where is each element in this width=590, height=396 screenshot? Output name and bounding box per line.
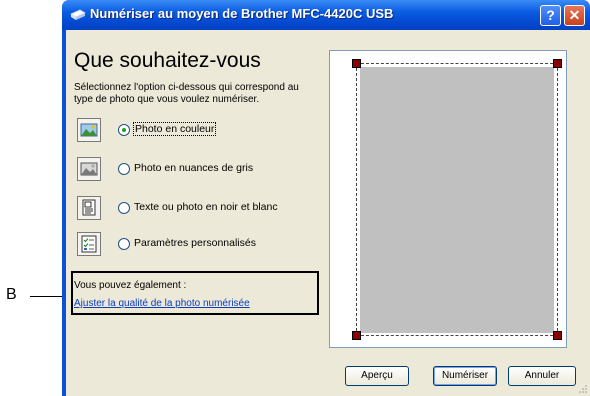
help-button[interactable]: ? — [540, 5, 561, 26]
option-label-text-bw[interactable]: Texte ou photo en noir et blanc — [134, 201, 278, 213]
close-button[interactable]: ✕ — [564, 5, 585, 26]
title-bar[interactable]: Numériser au moyen de Brother MFC-4420C … — [62, 0, 590, 30]
color-photo-icon[interactable] — [77, 118, 101, 142]
radio-grayscale-photo[interactable] — [118, 163, 130, 175]
crop-handle-top-left[interactable] — [352, 59, 361, 68]
option-label-grayscale-photo[interactable]: Photo en nuances de gris — [134, 162, 253, 174]
scan-dialog-window: Numériser au moyen de Brother MFC-4420C … — [62, 0, 590, 396]
scanner-icon — [70, 9, 86, 20]
preview-button[interactable]: Aperçu — [345, 366, 409, 386]
custom-settings-icon[interactable] — [77, 232, 101, 256]
crop-handle-bottom-left[interactable] — [352, 331, 361, 340]
scan-preview-area — [360, 67, 554, 333]
also-text: Vous pouvez également : — [74, 280, 187, 291]
dialog-client-area: Que souhaitez-vous Sélectionnez l'option… — [66, 30, 590, 396]
radio-text-bw[interactable] — [118, 202, 130, 214]
scan-button[interactable]: Numériser — [433, 366, 497, 386]
scan-preview-pane[interactable] — [329, 50, 567, 348]
option-text-bw[interactable]: Texte ou photo en noir et blanc — [74, 196, 314, 220]
crop-handle-top-right[interactable] — [553, 59, 562, 68]
callout-label: B — [6, 286, 17, 303]
radio-color-photo[interactable] — [118, 124, 130, 136]
option-custom-settings[interactable]: Paramètres personnalisés — [74, 232, 314, 256]
resize-grip-icon[interactable] — [578, 384, 588, 394]
page-title: Que souhaitez-vous — [74, 49, 261, 72]
adjust-quality-link[interactable]: Ajuster la qualité de la photo numérisée — [74, 298, 250, 309]
cancel-button[interactable]: Annuler — [508, 366, 576, 386]
option-label-custom-settings[interactable]: Paramètres personnalisés — [134, 237, 256, 249]
grayscale-photo-icon[interactable] — [77, 157, 101, 181]
option-label-color-photo[interactable]: Photo en couleur — [132, 122, 217, 136]
option-grayscale-photo[interactable]: Photo en nuances de gris — [74, 157, 314, 181]
stage: B Numériser au moyen de Brother MFC-4420… — [0, 0, 590, 396]
radio-custom-settings[interactable] — [118, 238, 130, 250]
crop-handle-bottom-right[interactable] — [553, 331, 562, 340]
window-title: Numériser au moyen de Brother MFC-4420C … — [90, 6, 394, 21]
text-bw-icon[interactable] — [77, 196, 101, 220]
option-color-photo[interactable]: Photo en couleur — [74, 118, 314, 142]
instructions-text: Sélectionnez l'option ci-dessous qui cor… — [74, 82, 299, 105]
